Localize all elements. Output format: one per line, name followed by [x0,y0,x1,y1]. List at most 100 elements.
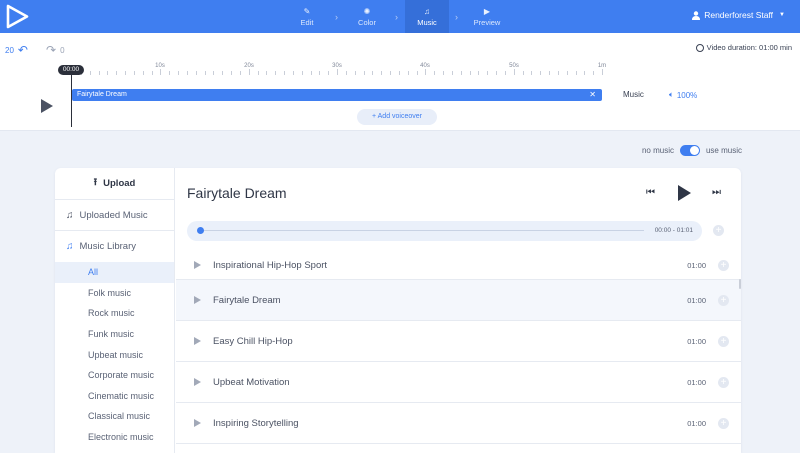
ruler-tick [284,71,285,75]
add-song-icon[interactable]: + [718,294,729,306]
ruler-tick [496,71,497,75]
tab-preview[interactable]: ▶ Preview [465,0,509,33]
timeline-panel: 20 ↶ ↷ 0 Video duration: 01:00 min 10s 2… [0,33,800,131]
no-music-label: no music [641,146,674,155]
list-item[interactable]: Inspirational Hip-Hop Sport 01:00 + [176,251,741,280]
chevron-right-icon: › [455,12,458,22]
list-item[interactable]: Upbeat Motivation 01:00 + [176,362,741,403]
ruler-tick [469,71,471,75]
renderforest-logo-icon[interactable] [6,4,30,29]
player-play-button[interactable] [678,185,691,201]
add-to-project-icon[interactable]: + [713,225,724,236]
undo-button[interactable]: 20 ↶ [5,43,28,57]
volume-icon: 🔈︎ [669,90,674,99]
add-song-icon[interactable]: + [718,376,729,388]
music-main: Fairytale Dream ⏮︎ ⏭︎ 00:00 - 01:01 + In… [176,168,741,453]
song-duration: 01:00 [687,260,706,270]
ruler-tick [549,71,550,75]
toggle-knob [689,146,699,155]
category-all[interactable]: All [55,262,174,283]
sidebar-item-uploaded-music[interactable]: ♫ Uploaded Music [55,200,174,231]
playhead-line[interactable] [71,75,72,127]
ruler-tick [381,71,383,75]
add-song-icon[interactable]: + [718,417,729,429]
timeline-ruler[interactable]: 10s 20s 30s 40s 50s 1m [72,63,606,75]
list-item[interactable]: Easy Chill Hip-Hop 01:00 + [176,321,741,362]
ruler-tick [231,71,232,75]
music-note-icon: ♫ [66,209,74,221]
user-icon [692,10,701,20]
song-duration: 01:00 [687,295,706,305]
song-name: Inspirational Hip-Hop Sport [213,259,328,271]
previous-track-icon[interactable]: ⏮︎ [646,187,655,198]
ruler-tick [593,71,595,75]
music-note-icon: ♫ [424,6,430,16]
play-icon[interactable] [194,296,201,304]
play-icon[interactable] [194,419,201,427]
ruler-tick [301,71,303,75]
ruler-tick [133,71,135,75]
category-electronic[interactable]: Electronic music [55,427,174,448]
category-rock[interactable]: Rock music [55,303,174,324]
play-icon: ▶ [483,6,491,16]
ruler-tick [195,71,197,75]
user-menu[interactable]: Renderforest Staff ▼ [692,10,785,20]
top-navbar: ✎ Edit ✺ Color ♫ Music ▶ Preview › › › R… [0,0,800,33]
user-name: Renderforest Staff [704,10,774,20]
category-corporate[interactable]: Corporate music [55,365,174,386]
ruler-tick [222,71,224,75]
add-song-icon[interactable]: + [718,335,729,347]
ruler-tick [107,71,109,75]
ruler-tick [584,71,586,75]
play-icon[interactable] [194,261,201,269]
ruler-tick [602,69,603,75]
music-sidebar: ⭱ Upload ♫ Uploaded Music ♫ Music Librar… [55,168,175,453]
redo-count: 0 [60,45,65,55]
add-voiceover-button[interactable]: + Add voiceover [357,109,437,125]
category-funk[interactable]: Funk music [55,324,174,345]
ruler-tick [443,71,444,75]
music-library-card: ⭱ Upload ♫ Uploaded Music ♫ Music Librar… [55,168,741,453]
tab-edit[interactable]: ✎ Edit [285,0,329,33]
play-icon[interactable] [194,337,201,345]
category-upbeat[interactable]: Upbeat music [55,344,174,365]
ruler-tick [337,69,338,75]
ruler-tick [319,71,321,75]
ruler-tick [257,71,259,75]
ruler-tick [345,71,347,75]
category-cinematic[interactable]: Cinematic music [55,386,174,407]
add-song-icon[interactable]: + [718,259,729,271]
ruler-tick [407,71,409,75]
progress-handle[interactable] [197,227,204,234]
playhead-time[interactable]: 00:00 [58,65,84,75]
ruler-tick [460,71,462,75]
sidebar-item-music-library[interactable]: ♫ Music Library [55,231,174,262]
list-item[interactable]: Fairytale Dream 01:00 + [176,280,741,321]
use-music-label: use music [705,146,742,155]
upload-button[interactable]: ⭱ Upload [55,168,174,200]
use-music-toggle[interactable] [679,145,700,156]
close-icon[interactable]: ✕ [589,89,596,101]
player-progress-bar[interactable]: 00:00 - 01:01 [187,221,702,241]
video-duration: Video duration: 01:00 min [695,43,792,52]
list-item[interactable]: Inspiring Storytelling 01:00 + [176,403,741,444]
music-track[interactable]: Fairytale Dream ✕ [72,89,602,101]
ruler-tick [522,71,524,75]
tab-color[interactable]: ✺ Color [345,0,389,33]
song-list-scrollbar[interactable] [739,279,741,289]
ruler-tick [142,71,144,75]
ruler-tick [363,71,365,75]
volume-control[interactable]: 🔈︎ 100% [669,90,697,100]
player-time: 00:00 - 01:01 [654,227,693,234]
category-classical[interactable]: Classical music [55,406,174,427]
tab-music[interactable]: ♫ Music [405,0,449,33]
step-tabs: ✎ Edit ✺ Color ♫ Music ▶ Preview [285,0,525,33]
ruler-tick [354,71,356,75]
song-duration: 01:00 [687,418,706,428]
category-folk[interactable]: Folk music [55,283,174,304]
play-icon[interactable] [194,378,201,386]
redo-button[interactable]: ↷ 0 [46,43,65,57]
ruler-tick [160,69,162,75]
next-track-icon[interactable]: ⏭︎ [712,187,721,198]
timeline-play-button[interactable] [41,99,53,113]
